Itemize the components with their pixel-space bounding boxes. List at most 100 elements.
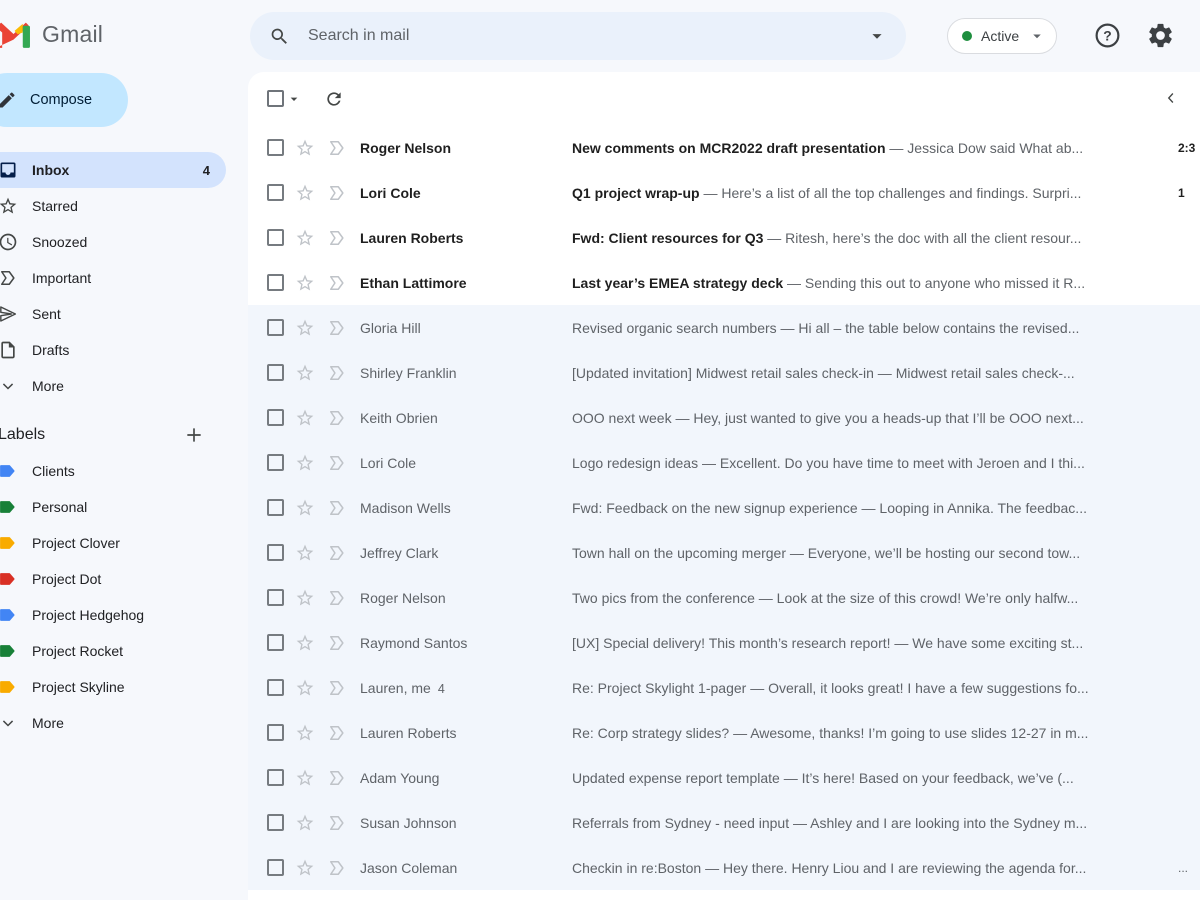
star-icon[interactable]	[295, 183, 315, 203]
search-bar[interactable]: Search in mail	[250, 12, 906, 60]
star-icon[interactable]	[295, 318, 315, 338]
settings-icon[interactable]	[1146, 21, 1175, 50]
star-icon[interactable]	[295, 633, 315, 653]
important-marker-icon[interactable]	[327, 273, 347, 293]
row-checkbox[interactable]	[267, 454, 284, 471]
chevron-left-icon[interactable]	[1162, 89, 1180, 107]
email-row[interactable]: Jeffrey Clark Town hall on the upcoming …	[248, 530, 1200, 575]
star-icon[interactable]	[295, 723, 315, 743]
email-row[interactable]: Shirley Franklin [Updated invitation] Mi…	[248, 350, 1200, 395]
important-marker-icon[interactable]	[327, 408, 347, 428]
add-label-button[interactable]	[184, 425, 204, 445]
important-marker-icon[interactable]	[327, 678, 347, 698]
important-marker-icon[interactable]	[327, 183, 347, 203]
sidebar-item-inbox[interactable]: Inbox 4	[0, 152, 226, 188]
sidebar-item-starred[interactable]: Starred	[0, 188, 226, 224]
row-checkbox[interactable]	[267, 319, 284, 336]
row-checkbox[interactable]	[267, 409, 284, 426]
important-marker-icon[interactable]	[327, 363, 347, 383]
row-checkbox[interactable]	[267, 499, 284, 516]
email-row[interactable]: Lauren, me 4 Re: Project Skylight 1-pager…	[248, 665, 1200, 710]
sidebar-item-more[interactable]: More	[0, 368, 226, 404]
row-checkbox[interactable]	[267, 679, 284, 696]
sidebar-label-project-rocket[interactable]: Project Rocket	[0, 633, 226, 669]
sidebar-label-project-clover[interactable]: Project Clover	[0, 525, 226, 561]
help-icon[interactable]: ?	[1093, 21, 1122, 50]
email-row[interactable]: Lauren Roberts Fwd: Client resources for…	[248, 215, 1200, 260]
sidebar-label-project-dot[interactable]: Project Dot	[0, 561, 226, 597]
star-icon[interactable]	[295, 543, 315, 563]
email-row[interactable]: Keith Obrien OOO next week — Hey, just w…	[248, 395, 1200, 440]
row-checkbox[interactable]	[267, 634, 284, 651]
important-marker-icon[interactable]	[327, 498, 347, 518]
email-row[interactable]: Roger Nelson New comments on MCR2022 dra…	[248, 125, 1200, 170]
star-icon[interactable]	[295, 858, 315, 878]
star-icon[interactable]	[295, 228, 315, 248]
gmail-logo[interactable]: Gmail	[0, 0, 248, 48]
email-row[interactable]: Susan Johnson Referrals from Sydney - ne…	[248, 800, 1200, 845]
email-row[interactable]: Gloria Hill Revised organic search numbe…	[248, 305, 1200, 350]
star-icon[interactable]	[295, 678, 315, 698]
email-row[interactable]: Roger Nelson Two pics from the conferenc…	[248, 575, 1200, 620]
search-icon[interactable]	[269, 26, 290, 47]
sidebar-item-snoozed[interactable]: Snoozed	[0, 224, 226, 260]
search-input[interactable]: Search in mail	[308, 27, 866, 45]
sidebar-label-personal[interactable]: Personal	[0, 489, 226, 525]
important-marker-icon[interactable]	[327, 453, 347, 473]
important-marker-icon[interactable]	[327, 858, 347, 878]
sidebar-label-project-hedgehog[interactable]: Project Hedgehog	[0, 597, 226, 633]
sidebar-item-drafts[interactable]: Drafts	[0, 332, 226, 368]
email-row[interactable]: Jason Coleman Checkin in re:Boston — Hey…	[248, 845, 1200, 890]
email-row[interactable]: Raymond Santos [UX] Special delivery! Th…	[248, 620, 1200, 665]
sidebar-item-sent[interactable]: Sent	[0, 296, 226, 332]
star-icon[interactable]	[295, 498, 315, 518]
sender-name: Lori Cole	[360, 184, 421, 201]
important-marker-icon[interactable]	[327, 318, 347, 338]
star-icon[interactable]	[295, 813, 315, 833]
star-icon[interactable]	[295, 453, 315, 473]
row-checkbox[interactable]	[267, 184, 284, 201]
important-marker-icon[interactable]	[327, 138, 347, 158]
important-marker-icon[interactable]	[327, 588, 347, 608]
important-marker-icon[interactable]	[327, 723, 347, 743]
email-time: ...	[1178, 860, 1189, 875]
row-checkbox[interactable]	[267, 364, 284, 381]
star-icon[interactable]	[295, 363, 315, 383]
star-icon[interactable]	[295, 588, 315, 608]
select-all-checkbox[interactable]	[267, 90, 284, 107]
star-icon[interactable]	[295, 408, 315, 428]
row-checkbox[interactable]	[267, 589, 284, 606]
row-checkbox[interactable]	[267, 724, 284, 741]
star-icon[interactable]	[295, 768, 315, 788]
important-marker-icon[interactable]	[327, 813, 347, 833]
email-snippet: — Awesome, thanks! I’m going to use slid…	[729, 724, 1089, 741]
email-row[interactable]: Madison Wells Fwd: Feedback on the new s…	[248, 485, 1200, 530]
sidebar-label-more[interactable]: More	[0, 705, 226, 741]
row-checkbox[interactable]	[267, 859, 284, 876]
email-row[interactable]: Ethan Lattimore Last year’s EMEA strateg…	[248, 260, 1200, 305]
star-icon[interactable]	[295, 273, 315, 293]
star-icon[interactable]	[295, 138, 315, 158]
row-checkbox[interactable]	[267, 139, 284, 156]
sidebar-item-important[interactable]: Important	[0, 260, 226, 296]
sidebar-label-clients[interactable]: Clients	[0, 453, 226, 489]
email-row[interactable]: Lori Cole Logo redesign ideas — Excellen…	[248, 440, 1200, 485]
sidebar-label-project-skyline[interactable]: Project Skyline	[0, 669, 226, 705]
row-checkbox[interactable]	[267, 544, 284, 561]
select-caret-icon[interactable]	[286, 91, 302, 107]
status-chip[interactable]: Active	[947, 18, 1058, 54]
row-checkbox[interactable]	[267, 814, 284, 831]
important-marker-icon[interactable]	[327, 768, 347, 788]
important-marker-icon[interactable]	[327, 633, 347, 653]
row-checkbox[interactable]	[267, 769, 284, 786]
important-marker-icon[interactable]	[327, 543, 347, 563]
refresh-icon[interactable]	[324, 89, 344, 109]
email-row[interactable]: Adam Young Updated expense report templa…	[248, 755, 1200, 800]
search-options-caret-icon[interactable]	[866, 25, 888, 47]
email-row[interactable]: Lauren Roberts Re: Corp strategy slides?…	[248, 710, 1200, 755]
email-row[interactable]: Lori Cole Q1 project wrap-up — Here’s a …	[248, 170, 1200, 215]
compose-button[interactable]: Compose	[0, 73, 128, 127]
row-checkbox[interactable]	[267, 229, 284, 246]
important-marker-icon[interactable]	[327, 228, 347, 248]
row-checkbox[interactable]	[267, 274, 284, 291]
